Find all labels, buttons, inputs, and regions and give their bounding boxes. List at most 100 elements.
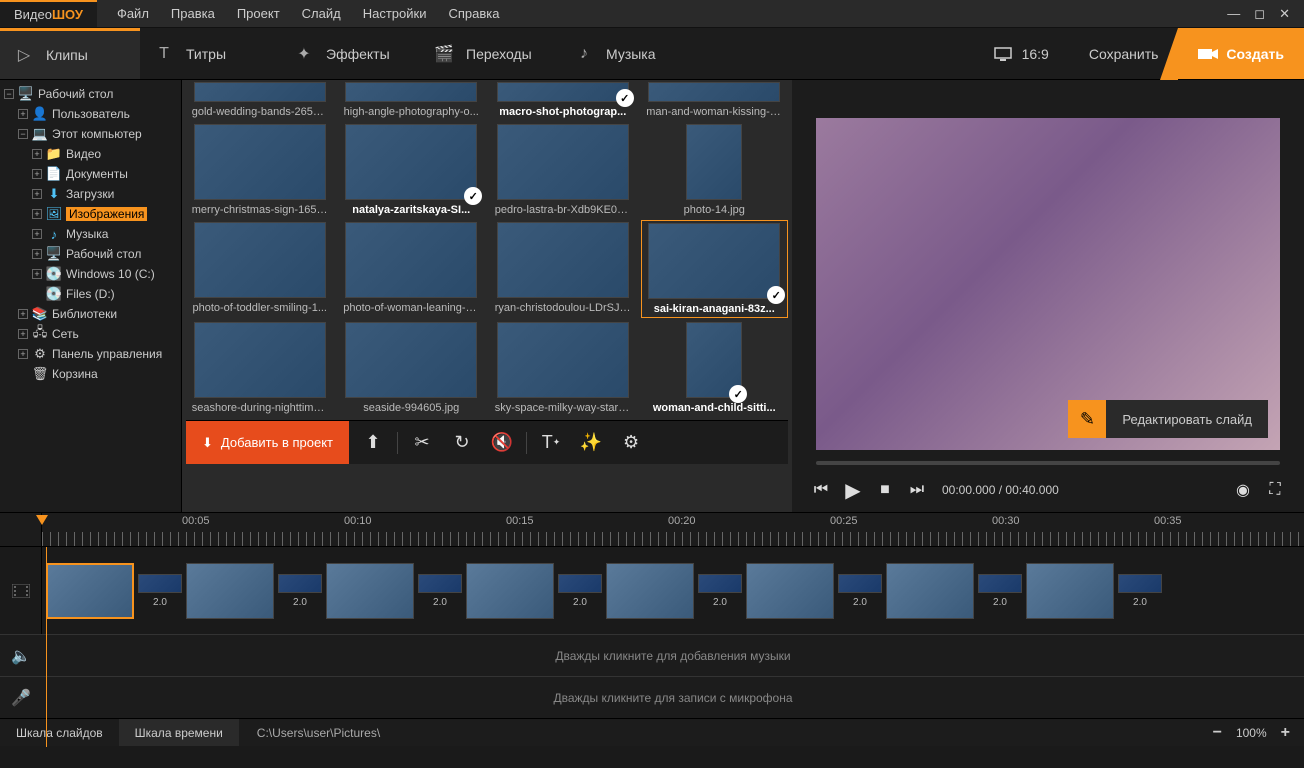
seek-bar[interactable]: [816, 458, 1280, 468]
rotate-icon[interactable]: ↻: [446, 427, 478, 459]
gear-icon[interactable]: ⚙: [615, 427, 647, 459]
fullscreen-icon[interactable]: ⛶: [1264, 479, 1286, 501]
magic-icon[interactable]: ✨: [575, 427, 607, 459]
timeline-transition[interactable]: 2.0: [418, 574, 462, 608]
zoom-out-button[interactable]: −: [1213, 724, 1222, 742]
upload-icon[interactable]: ⬆: [357, 427, 389, 459]
timeline-clip[interactable]: [46, 563, 134, 619]
play-icon[interactable]: ▶: [842, 479, 864, 501]
tree-win10[interactable]: +💽Windows 10 (C:): [0, 264, 181, 284]
timeline-clip[interactable]: [606, 563, 694, 619]
stop-icon[interactable]: ■: [874, 479, 896, 501]
timeline-transition[interactable]: 2.0: [698, 574, 742, 608]
tree-filesd[interactable]: 💽Files (D:): [0, 284, 181, 304]
transition-duration: 2.0: [1133, 597, 1147, 608]
timeline-clip[interactable]: [186, 563, 274, 619]
tree-desk2[interactable]: +🖥️Рабочий стол: [0, 244, 181, 264]
snapshot-icon[interactable]: ◉: [1232, 479, 1254, 501]
tree-user[interactable]: +👤Пользователь: [0, 104, 181, 124]
thumbnail-item[interactable]: ✓woman-and-child-sitti...: [641, 320, 789, 416]
ruler-label: 00:35: [1154, 515, 1182, 527]
thumbnail-label: photo-of-woman-leaning-o...: [343, 302, 479, 314]
edit-slide-button[interactable]: ✎ Редактировать слайд: [1068, 400, 1268, 438]
thumbnail-item[interactable]: gold-wedding-bands-2657...: [186, 80, 334, 120]
thumbnail-item[interactable]: photo-14.jpg: [641, 122, 789, 218]
thumbnail-item[interactable]: photo-of-woman-leaning-o...: [338, 220, 486, 318]
tree-documents[interactable]: +📄Документы: [0, 164, 181, 184]
tree-network[interactable]: +🖧Сеть: [0, 324, 181, 344]
timeline-transition[interactable]: 2.0: [978, 574, 1022, 608]
thumbnail-item[interactable]: ryan-christodoulou-LDrSJ3...: [489, 220, 637, 318]
tree-trash[interactable]: 🗑Корзина: [0, 364, 181, 384]
tree-control[interactable]: +⚙Панель управления: [0, 344, 181, 364]
thumbnail-label: seashore-during-nighttime...: [192, 402, 328, 414]
thumbnail-label: pedro-lastra-br-Xdb9KE0Q...: [495, 204, 631, 216]
mute-icon[interactable]: 🔇: [486, 427, 518, 459]
timeline-transition[interactable]: 2.0: [558, 574, 602, 608]
tree-thispc[interactable]: −💻Этот компьютер: [0, 124, 181, 144]
thumbnail-item[interactable]: high-angle-photography-o...: [338, 80, 486, 120]
preview-image[interactable]: ✎ Редактировать слайд: [816, 118, 1280, 450]
window-minimize-icon[interactable]: —: [1227, 6, 1240, 22]
thumbnail-item[interactable]: ✓sai-kiran-anagani-83z...: [641, 220, 789, 318]
thumbnail-item[interactable]: merry-christmas-sign-1656...: [186, 122, 334, 218]
menu-file[interactable]: Файл: [107, 0, 159, 27]
menu-edit[interactable]: Правка: [161, 0, 225, 27]
ruler-label: 00:30: [992, 515, 1020, 527]
thumbnail-item[interactable]: sky-space-milky-way-stars-...: [489, 320, 637, 416]
thumbnail-item[interactable]: ✓natalya-zaritskaya-SI...: [338, 122, 486, 218]
timeline[interactable]: 2.0 2.0 2.0 2.0 2.0 2.0 2.0 2.0: [0, 546, 1304, 634]
time-display: 00:00.000 / 00:40.000: [942, 483, 1059, 497]
create-button[interactable]: Создать: [1178, 28, 1304, 79]
menu-project[interactable]: Проект: [227, 0, 290, 27]
slides-scale-tab[interactable]: Шкала слайдов: [0, 719, 119, 746]
timeline-clip[interactable]: [466, 563, 554, 619]
tab-titles[interactable]: T Титры: [140, 28, 280, 79]
file-tree[interactable]: −🖥️Рабочий стол +👤Пользователь −💻Этот ко…: [0, 80, 182, 512]
add-to-project-button[interactable]: ⬇ Добавить в проект: [186, 421, 349, 464]
menu-settings[interactable]: Настройки: [353, 0, 437, 27]
time-scale-tab[interactable]: Шкала времени: [119, 719, 239, 746]
tree-music[interactable]: +♪Музыка: [0, 224, 181, 244]
next-icon[interactable]: ⏭: [906, 479, 928, 501]
tree-desktop[interactable]: −🖥️Рабочий стол: [0, 84, 181, 104]
speaker-icon: 🔈: [0, 635, 42, 676]
tab-music[interactable]: ♪ Музыка: [560, 28, 700, 79]
prev-icon[interactable]: ⏮: [810, 479, 832, 501]
tree-images[interactable]: +🖼Изображения: [0, 204, 181, 224]
timeline-transition[interactable]: 2.0: [278, 574, 322, 608]
tree-downloads[interactable]: +⬇Загрузки: [0, 184, 181, 204]
mic-track[interactable]: 🎤 Дважды кликните для записи с микрофона: [0, 676, 1304, 718]
menu-help[interactable]: Справка: [438, 0, 509, 27]
timeline-transition[interactable]: 2.0: [1118, 574, 1162, 608]
tab-transitions[interactable]: 🎬 Переходы: [420, 28, 560, 79]
timeline-clip[interactable]: [1026, 563, 1114, 619]
thumbnail-item[interactable]: seashore-during-nighttime...: [186, 320, 334, 416]
window-close-icon[interactable]: ✕: [1279, 6, 1290, 22]
timeline-ruler[interactable]: 00:0500:1000:1500:2000:2500:3000:35: [0, 512, 1304, 546]
zoom-in-button[interactable]: +: [1281, 724, 1290, 742]
aspect-ratio[interactable]: 16:9: [974, 46, 1069, 62]
thumbnail-item[interactable]: ✓macro-shot-photograp...: [489, 80, 637, 120]
timeline-clip[interactable]: [326, 563, 414, 619]
tree-libraries[interactable]: +📚Библиотеки: [0, 304, 181, 324]
window-maximize-icon[interactable]: ◻: [1254, 6, 1265, 22]
thumbnail-panel[interactable]: gold-wedding-bands-2657...high-angle-pho…: [182, 80, 792, 512]
thumbnail-item[interactable]: photo-of-toddler-smiling-1...: [186, 220, 334, 318]
thumbnail-item[interactable]: seaside-994605.jpg: [338, 320, 486, 416]
timeline-transition[interactable]: 2.0: [138, 574, 182, 608]
timeline-transition[interactable]: 2.0: [838, 574, 882, 608]
text-tool-icon[interactable]: T✦: [535, 427, 567, 459]
menu-slide[interactable]: Слайд: [292, 0, 351, 27]
timeline-clip[interactable]: [746, 563, 834, 619]
thumbnail-item[interactable]: man-and-woman-kissing-2...: [641, 80, 789, 120]
tab-effects[interactable]: ✦ Эффекты: [280, 28, 420, 79]
scissors-icon[interactable]: ✂: [406, 427, 438, 459]
thumbnail-item[interactable]: pedro-lastra-br-Xdb9KE0Q...: [489, 122, 637, 218]
music-track[interactable]: 🔈 Дважды кликните для добавления музыки: [0, 634, 1304, 676]
timeline-clip[interactable]: [886, 563, 974, 619]
pencil-icon: ✎: [1068, 400, 1106, 438]
wand-icon: ✦: [294, 44, 314, 64]
tab-clips[interactable]: ▷ Клипы: [0, 28, 140, 79]
tree-videos[interactable]: +📁Видео: [0, 144, 181, 164]
